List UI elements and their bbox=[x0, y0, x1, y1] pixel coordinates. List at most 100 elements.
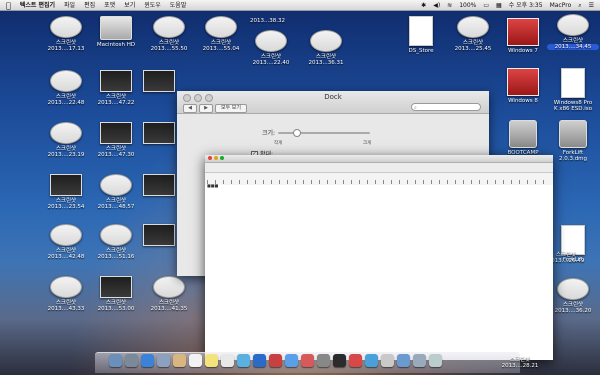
desktop-icon-forklift-dmg[interactable]: ForkLift 2.0.3.dmg bbox=[547, 120, 599, 162]
screenshot-thumbnail bbox=[457, 16, 489, 38]
calendar-icon[interactable] bbox=[189, 354, 202, 367]
desktop-icon-ds-store[interactable]: DS_Store bbox=[395, 16, 447, 54]
screenshot-thumbnail bbox=[205, 16, 237, 38]
desktop-icon-windows8-iso[interactable]: Windows8 Pro K x86 ESD.iso bbox=[547, 68, 599, 112]
desktop-icon-screenshot[interactable]: 스크린샷 2013....55.04 bbox=[195, 16, 247, 52]
dock-screenshot-label: 스크린샷 2013....28.21 bbox=[501, 357, 539, 369]
desktop-icon-screenshot[interactable]: 스크린샷 2013....22.48 bbox=[40, 70, 92, 106]
finder-icon[interactable] bbox=[109, 354, 122, 367]
photo-booth-icon[interactable] bbox=[269, 354, 282, 367]
spotlight-icon[interactable]: ⌕ bbox=[578, 0, 581, 11]
notes-icon[interactable] bbox=[205, 354, 218, 367]
forward-button[interactable]: ▶ bbox=[199, 104, 213, 113]
desktop-icon-bootcamp[interactable]: BOOTCAMP bbox=[497, 120, 549, 156]
text-area[interactable]: ■■■ bbox=[205, 183, 553, 360]
wifi-icon[interactable]: ≋ bbox=[447, 0, 452, 11]
screenshot-thumbnail bbox=[50, 70, 82, 92]
trash-icon[interactable] bbox=[429, 354, 442, 367]
document-icon bbox=[409, 16, 433, 46]
system-preferences-icon[interactable] bbox=[317, 354, 330, 367]
app-icon[interactable] bbox=[349, 354, 362, 367]
minimize-button[interactable] bbox=[214, 156, 218, 160]
mail-icon[interactable] bbox=[157, 354, 170, 367]
safari-icon[interactable] bbox=[141, 354, 154, 367]
screenshot-thumbnail bbox=[310, 30, 342, 52]
zoom-button[interactable] bbox=[220, 156, 224, 160]
format-toolbar[interactable] bbox=[205, 163, 553, 173]
desktop-icon-screenshot[interactable]: 스크린샷 2013....23.54 bbox=[40, 174, 92, 210]
desktop-icon-screenshot[interactable]: 스크린샷 2013....41.35 bbox=[143, 276, 195, 312]
app-icon[interactable] bbox=[365, 354, 378, 367]
desktop-icon-screenshot[interactable]: 2013...38.32 bbox=[250, 16, 285, 24]
desktop-icon-screenshot[interactable]: 스크린샷 2013....47.30 bbox=[90, 122, 142, 158]
window-titlebar bbox=[205, 155, 553, 163]
documents-folder-icon[interactable] bbox=[413, 354, 426, 367]
desktop-icon-screenshot[interactable]: 스크린샷 2013....48.57 bbox=[90, 174, 142, 210]
desktop-icon-screenshot[interactable]: 스크린샷 2013....42.48 bbox=[40, 224, 92, 260]
desktop-icon-screenshot[interactable]: 스크린샷 2013....51.16 bbox=[90, 224, 142, 260]
battery-status[interactable]: 100% bbox=[459, 0, 476, 11]
window-title: Dock bbox=[324, 93, 342, 101]
app-store-icon[interactable] bbox=[301, 354, 314, 367]
desktop-icon-windows-8[interactable]: Windows 8 bbox=[497, 68, 549, 104]
desktop-icon-screenshot[interactable]: 스크린샷 2013....47.22 bbox=[90, 70, 142, 106]
menu-edit[interactable]: 편집 bbox=[84, 0, 95, 11]
disk-image-icon bbox=[559, 120, 587, 148]
show-all-button[interactable]: 모두 보기 bbox=[215, 104, 247, 113]
size-slider[interactable] bbox=[278, 129, 370, 137]
desktop-icon-screenshot[interactable]: 스크린샷 2013....55.50 bbox=[143, 16, 195, 52]
screenshot-thumbnail bbox=[50, 224, 82, 246]
desktop-icon-screenshot[interactable]: 스크린샷 2013....17.13 bbox=[40, 16, 92, 52]
reminders-icon[interactable] bbox=[221, 354, 234, 367]
desktop-icon-screenshot[interactable] bbox=[143, 174, 175, 196]
search-field[interactable]: ⌕ bbox=[411, 103, 481, 111]
desktop-icon-screenshot-selected[interactable]: 스크린샷 2013....34.45 bbox=[547, 14, 599, 50]
menu-file[interactable]: 파일 bbox=[64, 0, 75, 11]
desktop-icon-screenshot[interactable]: 스크린샷 2013....22.40 bbox=[245, 30, 297, 66]
menu-view[interactable]: 보기 bbox=[124, 0, 135, 11]
desktop-icon-screenshot[interactable]: 스크린샷 2013....23.19 bbox=[40, 122, 92, 158]
desktop-icon-screenshot[interactable]: 스크린샷 2013....43.33 bbox=[40, 276, 92, 312]
desktop-icon-screenshot[interactable]: 스크린샷 2013....53.00 bbox=[90, 276, 142, 312]
desktop-icon-screenshot[interactable] bbox=[143, 122, 175, 144]
screenshot-thumbnail bbox=[50, 16, 82, 38]
screenshot-thumbnail bbox=[50, 276, 82, 298]
flag-icon[interactable]: ▦ bbox=[496, 0, 502, 11]
desktop-icon-screenshot[interactable]: 스크린샷 2013....25.45 bbox=[447, 16, 499, 52]
downloads-folder-icon[interactable] bbox=[397, 354, 410, 367]
menu-help[interactable]: 도움말 bbox=[170, 0, 187, 11]
launchpad-icon[interactable] bbox=[125, 354, 138, 367]
hard-drive-icon bbox=[100, 16, 132, 40]
menu-window[interactable]: 윈도우 bbox=[144, 0, 161, 11]
clock[interactable]: 수 오후 3:35 bbox=[509, 0, 543, 11]
messages-icon[interactable] bbox=[237, 354, 250, 367]
desktop-icon-screenshot[interactable] bbox=[143, 224, 175, 246]
textedit-icon[interactable] bbox=[381, 354, 394, 367]
app-menu[interactable]: 텍스트 편집기 bbox=[20, 0, 55, 11]
screenshot-thumbnail bbox=[50, 122, 82, 144]
volume-icon[interactable]: ◀) bbox=[433, 0, 440, 11]
battery-icon[interactable]: ▭ bbox=[483, 0, 489, 11]
bluetooth-icon[interactable]: ✱ bbox=[421, 0, 426, 11]
dock bbox=[95, 352, 520, 373]
notification-icon[interactable]: ☰ bbox=[589, 0, 594, 11]
desktop-icon-windows-7[interactable]: Windows 7 bbox=[497, 18, 549, 54]
desktop-icon-screenshot[interactable]: 스크린샷 2013...36.31 bbox=[300, 30, 352, 66]
contacts-icon[interactable] bbox=[173, 354, 186, 367]
screenshot-thumbnail bbox=[143, 70, 175, 92]
facetime-icon[interactable] bbox=[253, 354, 266, 367]
desktop-icon-macintosh-hd[interactable]: Macintosh HD bbox=[90, 16, 142, 48]
apple-menu-icon[interactable]:  bbox=[6, 0, 11, 11]
desktop-icon-screenshot[interactable]: 스크린샷 2013....36.20 bbox=[547, 278, 599, 314]
desktop-icon-screenshot[interactable] bbox=[143, 70, 175, 92]
screenshot-thumbnail bbox=[255, 30, 287, 52]
itunes-icon[interactable] bbox=[285, 354, 298, 367]
screenshot-thumbnail bbox=[100, 70, 132, 92]
close-button[interactable] bbox=[208, 156, 212, 160]
back-button[interactable]: ◀ bbox=[183, 104, 197, 113]
terminal-icon[interactable] bbox=[333, 354, 346, 367]
screenshot-thumbnail bbox=[100, 174, 132, 196]
menu-format[interactable]: 포맷 bbox=[104, 0, 115, 11]
size-slider-knob[interactable] bbox=[293, 129, 302, 137]
user-menu[interactable]: MacPro bbox=[550, 0, 572, 11]
